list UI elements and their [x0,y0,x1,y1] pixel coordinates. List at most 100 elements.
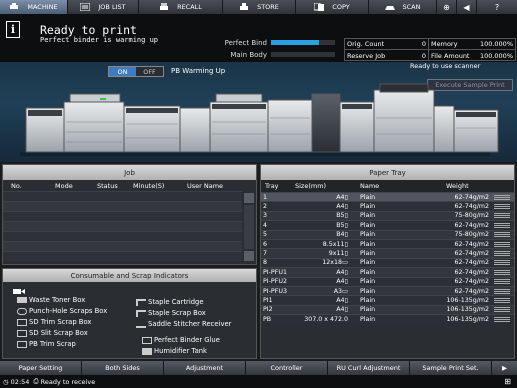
toner-icon [17,297,27,303]
tray-cell-size: A4▯ [336,268,348,276]
tray-row[interactable]: 7 9x11▯ Plain 62-74g/m2 [261,248,514,258]
job-row[interactable] [3,191,242,201]
globe-icon: ⊕ [443,2,450,12]
tray-row[interactable]: PI-PFU2 A4▯ Plain 62-74g/m2 [261,276,514,286]
tray-cell-weight: 62-74g/m2 [454,250,489,258]
paper-tray-panel: Paper Tray Tray Size(mm) Name Weight 1 A4… [260,164,515,359]
controller-button[interactable]: Controller [246,361,328,375]
job-row[interactable] [3,221,242,231]
tab-job-list[interactable]: JOB LIST [68,0,139,14]
job-table-body[interactable] [3,191,242,261]
staple-icon [136,298,146,306]
tray-cell-size: A3▭ [333,287,348,295]
job-row[interactable] [3,251,242,261]
memory-label: Memory [431,40,458,48]
reserve-job-label: Reserve Job [347,51,386,60]
speaker-icon: ◀ [463,2,470,12]
sample-print-set-button[interactable]: Sample Print Set. [410,361,492,375]
tab-recall-label: RECALL [177,3,202,11]
tray-cell-size: B5▯ [336,212,348,220]
job-row[interactable] [3,231,242,241]
punch-hole-label: Punch-Hole Scraps Box [29,307,108,315]
tray-cell-weight: 106-135g/m2 [446,306,489,314]
tab-machine[interactable]: MACHINE [0,0,68,14]
job-row[interactable] [3,211,242,221]
paper-setting-button[interactable]: Paper Setting [0,361,82,375]
tray-cell-name: Plain [360,193,376,201]
tray-cell-size: 9x11▯ [328,250,348,258]
tray-cell-weight: 62-74g/m2 [454,278,489,286]
tab-scan[interactable]: SCAN [369,0,437,14]
globe-button[interactable]: ⊕ [437,0,457,14]
both-sides-button[interactable]: Both Sides [82,361,164,375]
tray-cell-name: Plain [360,268,376,276]
tray-cell-size: 307.0 x 472.0 [304,315,348,323]
help-button[interactable]: ? [477,0,517,14]
consumables-title: Consumable and Scrap Indicators [3,269,256,282]
tray-cell-size: B4▯ [336,231,348,239]
job-col-no: No. [11,181,22,190]
tray-row[interactable]: 2 A4▯ Plain 62-74g/m2 [261,201,514,211]
tray-cell-weight: 106-135g/m2 [446,315,489,323]
tray-cell-name: Plain [360,287,376,295]
bottom-button-bar: Paper Setting Both Sides Adjustment Cont… [0,361,517,375]
counter-table: Orig. Count 0 Memory 100.000% Reserve Job 0… [344,38,516,61]
tab-copy[interactable]: COPY [296,0,369,14]
machine-display: ON OFF PB Warming Up Ready to use scanne… [0,62,517,162]
paper-level-icon [491,316,514,322]
paper-level-icon [491,288,514,294]
job-scrollbar[interactable] [244,193,254,261]
tray-cell-size: A4▯ [336,193,348,201]
volume-button[interactable]: ◀ [457,0,477,14]
tray-row[interactable]: PI-PFU3 A3▭ Plain 62-74g/m2 [261,285,514,296]
tray-cell-size: A4▯ [336,296,348,304]
tray-cell-size: A4▯ [336,306,348,314]
tray-cell-size: 8.5x11▯ [322,240,348,248]
paper-level-icon [491,297,514,303]
job-row[interactable] [3,241,242,251]
tray-table-body[interactable]: 1 A4▯ Plain 62-74g/m2 2 A4▯ Plain 62-74g/m2 3 B5▯… [261,192,514,324]
tray-cell-weight: 62-74g/m2 [454,221,489,229]
scroll-track[interactable] [244,205,254,249]
tray-cell-name: Plain [360,296,376,304]
adjustment-button[interactable]: Adjustment [164,361,246,375]
tray-cell-name: Plain [360,203,376,211]
scroll-down-arrow[interactable] [244,251,254,261]
job-row[interactable] [3,201,242,211]
footer-status: ◷ 02:54 ⎙ Ready to receive ⊞ [0,375,517,388]
clock-icon: ◷ [3,377,9,386]
tray-row[interactable]: PI1 A4▯ Plain 106-135g/m2 [261,295,514,305]
tray-row[interactable]: 1 A4▯ Plain 62-74g/m2 [261,192,514,202]
tray-cell-size: B5▯ [336,221,348,229]
tab-store[interactable]: STORE [223,0,296,14]
tray-cell-weight: 62-74g/m2 [454,203,489,211]
tray-row[interactable]: 6 8.5x11▯ Plain 62-74g/m2 [261,238,514,249]
paper-level-icon [491,204,514,210]
next-page-button[interactable]: ▶ [492,361,517,375]
tray-row[interactable]: 8 12x18▭ Plain 62-74g/m2 [261,257,514,268]
ru-curl-adjustment-button[interactable]: RU Curl Adjustment [328,361,410,375]
tray-row[interactable]: 4 B5▯ Plain 62-74g/m2 [261,220,514,230]
tray-cell-tray: 6 [263,240,268,248]
tray-row[interactable]: 3 B5▯ Plain 75-80g/m2 [261,210,514,221]
job-col-user: User Name [187,181,224,190]
tray-row[interactable]: PI-PFU1 A4▯ Plain 62-74g/m2 [261,267,514,277]
staple-scrap-label: Staple Scrap Box [148,309,206,317]
tray-cell-name: Plain [360,231,376,239]
footer-time: 02:54 [10,377,30,386]
scan-icon [384,6,395,10]
info-icon: i [6,21,20,38]
job-col-status: Status [97,181,118,190]
tray-cell-name: Plain [360,306,376,314]
tray-cell-size: A4▯ [336,203,348,211]
checkbox-icon [17,329,27,337]
scroll-up-arrow[interactable] [244,193,254,203]
tray-cell-weight: 62-74g/m2 [454,193,489,201]
cons-punch-hole: Punch-Hole Scraps Box [17,307,107,315]
tab-recall[interactable]: RECALL [139,0,223,14]
tray-table-header: Tray Size(mm) Name Weight [261,180,514,192]
tray-row[interactable]: PB 307.0 x 472.0 Plain 106-135g/m2 [261,314,514,324]
tray-cell-weight: 75-80g/m2 [454,231,489,239]
tray-row[interactable]: 5 B4▯ Plain 75-80g/m2 [261,229,514,239]
tray-row[interactable]: PI2 A4▯ Plain 106-135g/m2 [261,304,514,315]
